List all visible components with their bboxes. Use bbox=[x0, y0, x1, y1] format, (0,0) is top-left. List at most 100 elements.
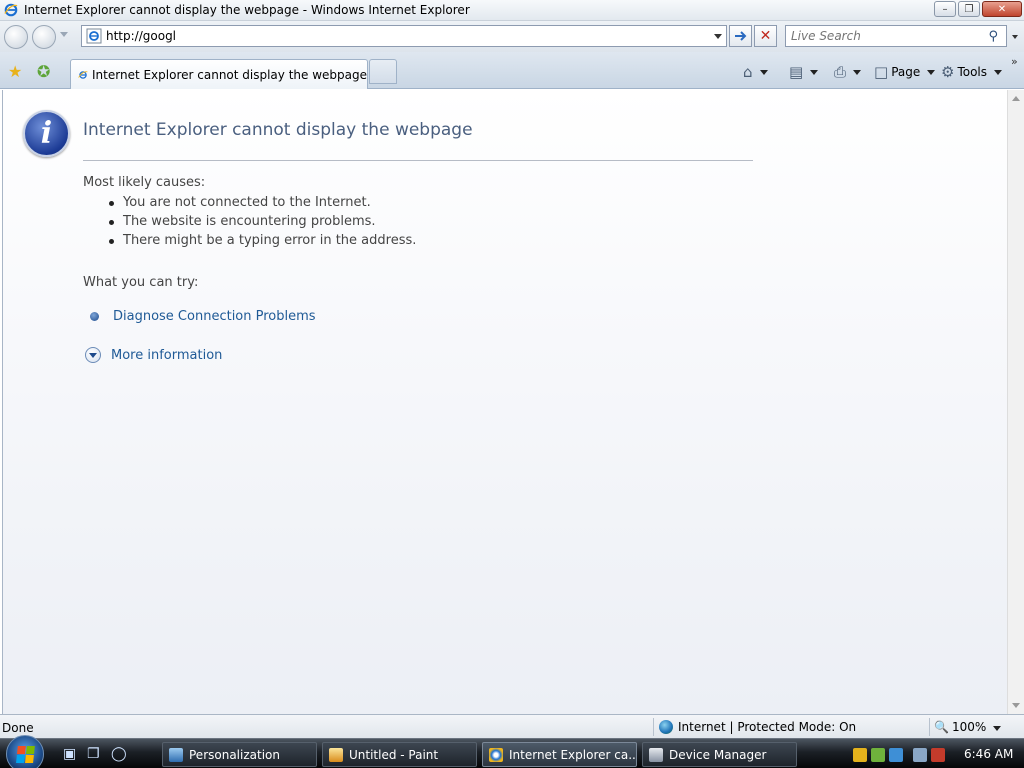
tray-app-icon[interactable] bbox=[889, 747, 903, 762]
security-zone[interactable]: Internet | Protected Mode: On bbox=[659, 720, 856, 734]
scroll-up-icon[interactable] bbox=[1012, 96, 1020, 101]
causes-list: You are not connected to the Internet. T… bbox=[107, 195, 416, 252]
taskbar-item-internet-explorer[interactable]: Internet Explorer ca... bbox=[482, 742, 637, 767]
list-item: There might be a typing error in the add… bbox=[107, 233, 416, 252]
expand-chevron-icon[interactable] bbox=[85, 347, 101, 363]
tab-label: Internet Explorer cannot display the web… bbox=[92, 67, 367, 82]
task-label: Personalization bbox=[189, 747, 280, 762]
tab-command-bar: ★ ✪ Internet Explorer cannot display the… bbox=[0, 52, 1024, 89]
search-options-dropdown[interactable] bbox=[1012, 35, 1018, 39]
scroll-down-icon[interactable] bbox=[1012, 703, 1020, 708]
more-commands-icon[interactable]: » bbox=[1011, 55, 1018, 68]
zoom-level: 100% bbox=[951, 720, 987, 734]
taskbar-item-paint[interactable]: Untitled - Paint bbox=[322, 742, 477, 767]
back-button[interactable] bbox=[4, 25, 28, 49]
volume-muted-icon[interactable] bbox=[931, 747, 945, 762]
tab-active[interactable]: Internet Explorer cannot display the web… bbox=[70, 59, 368, 89]
tools-menu-button[interactable]: ⚙ Tools bbox=[941, 63, 1003, 81]
add-favorites-icon[interactable]: ✪ bbox=[37, 62, 50, 81]
ie-page-icon bbox=[78, 70, 88, 79]
zoom-control[interactable]: 🔍 100% bbox=[934, 720, 986, 734]
taskbar: ▣ ❐ ◯ Personalization Untitled - Paint I… bbox=[0, 735, 1024, 768]
page-menu-button[interactable]: □ Page bbox=[874, 63, 936, 81]
device-manager-icon bbox=[649, 747, 663, 762]
divider bbox=[83, 160, 753, 161]
task-label: Untitled - Paint bbox=[349, 747, 439, 762]
window-controls: – ❐ ✕ bbox=[934, 1, 1022, 17]
more-information-link[interactable]: More information bbox=[85, 347, 222, 363]
status-separator bbox=[929, 718, 930, 736]
monitor-icon bbox=[169, 747, 183, 762]
gear-icon: ⚙ bbox=[941, 63, 955, 81]
home-icon: ⌂ bbox=[743, 63, 753, 81]
navigation-bar: ✕ ⚲ bbox=[0, 21, 1024, 52]
zoom-dropdown-icon[interactable] bbox=[993, 726, 1001, 731]
causes-title: Most likely causes: bbox=[83, 175, 206, 190]
stop-button[interactable]: ✕ bbox=[754, 25, 777, 47]
recent-pages-dropdown[interactable] bbox=[60, 32, 68, 37]
bullet-icon bbox=[90, 312, 99, 321]
globe-icon bbox=[659, 720, 673, 734]
security-shield-icon[interactable] bbox=[853, 747, 867, 762]
status-text: Done bbox=[2, 721, 34, 735]
zoom-icon: 🔍 bbox=[934, 720, 949, 734]
ie-logo-icon bbox=[4, 3, 18, 17]
list-item: You are not connected to the Internet. bbox=[107, 195, 416, 214]
task-label: Device Manager bbox=[669, 747, 767, 762]
feeds-button[interactable]: ▤ bbox=[789, 63, 819, 81]
task-label: Internet Explorer ca... bbox=[509, 747, 637, 762]
go-button[interactable] bbox=[729, 25, 752, 47]
diagnose-link-label[interactable]: Diagnose Connection Problems bbox=[113, 309, 316, 324]
ie-quicklaunch-icon[interactable]: ◯ bbox=[111, 746, 127, 762]
status-separator bbox=[653, 718, 654, 736]
new-tab-button[interactable] bbox=[369, 59, 397, 84]
chevron-down-icon[interactable] bbox=[810, 69, 819, 75]
chevron-down-icon bbox=[927, 69, 936, 75]
address-dropdown-icon[interactable] bbox=[714, 34, 722, 39]
minimize-button[interactable]: – bbox=[934, 1, 956, 17]
address-input[interactable] bbox=[106, 29, 686, 43]
zone-label: Internet | Protected Mode: On bbox=[678, 720, 857, 734]
star-icon[interactable]: ★ bbox=[8, 62, 22, 81]
clock[interactable]: 6:46 AM bbox=[964, 747, 1013, 761]
diagnose-connection-link[interactable]: Diagnose Connection Problems bbox=[85, 309, 316, 324]
address-bar[interactable] bbox=[81, 25, 727, 47]
close-icon: ✕ bbox=[759, 28, 772, 44]
arrow-right-icon bbox=[734, 31, 746, 41]
chevron-down-icon bbox=[994, 69, 1003, 75]
taskbar-item-personalization[interactable]: Personalization bbox=[162, 742, 317, 767]
ie-logo-icon bbox=[489, 747, 503, 762]
page-heading: Internet Explorer cannot display the web… bbox=[83, 120, 473, 140]
feeds-icon: ▤ bbox=[789, 63, 804, 81]
window-title: Internet Explorer cannot display the web… bbox=[24, 3, 470, 17]
list-item: The website is encountering problems. bbox=[107, 214, 416, 233]
status-bar: Done Internet | Protected Mode: On 🔍 100… bbox=[0, 714, 1024, 738]
taskbar-item-device-manager[interactable]: Device Manager bbox=[642, 742, 797, 767]
title-bar: Internet Explorer cannot display the web… bbox=[0, 0, 1024, 21]
try-title: What you can try: bbox=[83, 275, 199, 290]
page-content: i Internet Explorer cannot display the w… bbox=[2, 90, 1007, 714]
search-icon[interactable]: ⚲ bbox=[988, 29, 998, 44]
paint-icon bbox=[329, 747, 343, 762]
network-icon[interactable] bbox=[913, 747, 927, 762]
print-button[interactable]: ⎙ bbox=[834, 63, 862, 81]
maximize-button[interactable]: ❐ bbox=[958, 1, 980, 17]
info-icon: i bbox=[23, 110, 70, 157]
vertical-scrollbar[interactable] bbox=[1007, 90, 1024, 714]
page-icon: □ bbox=[874, 63, 889, 81]
search-input[interactable] bbox=[786, 29, 976, 43]
tools-menu-label: Tools bbox=[957, 65, 988, 79]
forward-button[interactable] bbox=[32, 25, 56, 49]
page-menu-label: Page bbox=[891, 65, 921, 79]
search-box[interactable]: ⚲ bbox=[785, 25, 1007, 47]
show-desktop-icon[interactable]: ▣ bbox=[63, 746, 76, 762]
close-window-button[interactable]: ✕ bbox=[982, 1, 1022, 17]
switch-windows-icon[interactable]: ❐ bbox=[87, 746, 100, 762]
more-info-label[interactable]: More information bbox=[111, 348, 222, 363]
tray-app-icon[interactable] bbox=[871, 747, 885, 762]
home-button[interactable]: ⌂ bbox=[743, 63, 768, 81]
print-icon: ⎙ bbox=[834, 63, 847, 81]
chevron-down-icon[interactable] bbox=[759, 69, 768, 75]
chevron-down-icon[interactable] bbox=[853, 69, 862, 75]
start-button[interactable] bbox=[6, 735, 44, 768]
